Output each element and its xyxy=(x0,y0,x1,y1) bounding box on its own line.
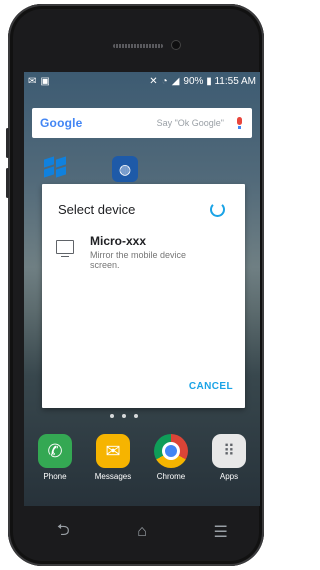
home-button[interactable]: ⌂ xyxy=(122,523,162,541)
status-bar: ✉ ▣ ✕ ◔ ◢ 90% ▮ 11:55 AM xyxy=(24,72,260,90)
mute-icon: ✕ xyxy=(149,75,158,87)
select-device-dialog: Select device Micro-xxx Mirror the mobil… xyxy=(42,184,245,408)
power-button xyxy=(6,168,9,198)
recents-button[interactable]: ☰ xyxy=(201,522,241,542)
cancel-button[interactable]: CANCEL xyxy=(189,381,233,392)
signal-icon: ◢ xyxy=(171,75,180,87)
wifi-icon: ◔ xyxy=(161,75,168,87)
dock-label: Messages xyxy=(94,472,132,481)
chrome-icon xyxy=(154,434,188,468)
image-icon: ▣ xyxy=(40,75,50,87)
dock-app-phone[interactable]: ✆ Phone xyxy=(28,434,82,481)
mic-icon[interactable] xyxy=(234,117,244,129)
speaker-grille xyxy=(113,44,163,48)
google-search-bar[interactable]: Google Say "Ok Google" xyxy=(32,108,252,138)
home-top-icons: ◍ xyxy=(42,156,138,182)
dock-label: Chrome xyxy=(156,472,186,481)
dock-label: Apps xyxy=(219,472,239,481)
page-indicator xyxy=(110,414,138,418)
messages-icon: ✉ xyxy=(96,434,130,468)
front-camera xyxy=(172,41,180,49)
dock-app-apps[interactable]: ⠿ Apps xyxy=(202,434,256,481)
device-list-item[interactable]: Micro-xxx Mirror the mobile device scree… xyxy=(56,234,236,270)
phone-screen: ✉ ▣ ✕ ◔ ◢ 90% ▮ 11:55 AM Google Say "Ok … xyxy=(24,72,260,506)
tv-icon xyxy=(56,240,74,257)
phone-icon: ✆ xyxy=(38,434,72,468)
apps-grid-icon: ⠿ xyxy=(212,434,246,468)
battery-time: 90% ▮ 11:55 AM xyxy=(183,75,256,87)
dock-app-messages[interactable]: ✉ Messages xyxy=(86,434,140,481)
back-button[interactable]: ⮌ xyxy=(43,519,83,546)
app-dock: ✆ Phone ✉ Messages Chrome ⠿ Apps xyxy=(24,434,260,481)
device-description: Mirror the mobile device screen. xyxy=(90,250,187,270)
loading-spinner-icon xyxy=(210,202,225,217)
dropbox-icon[interactable] xyxy=(42,156,68,180)
navigation-bar: ⮌ ⌂ ☰ xyxy=(24,512,260,552)
search-hint: Say "Ok Google" xyxy=(156,118,224,128)
mail-icon: ✉ xyxy=(28,75,37,87)
volume-button xyxy=(6,128,9,158)
dock-app-chrome[interactable]: Chrome xyxy=(144,434,198,481)
device-name: Micro-xxx xyxy=(90,234,147,248)
google-logo: Google xyxy=(40,116,83,130)
dock-label: Phone xyxy=(43,472,67,481)
cast-app-icon[interactable]: ◍ xyxy=(112,156,138,182)
dialog-title: Select device xyxy=(58,202,136,217)
